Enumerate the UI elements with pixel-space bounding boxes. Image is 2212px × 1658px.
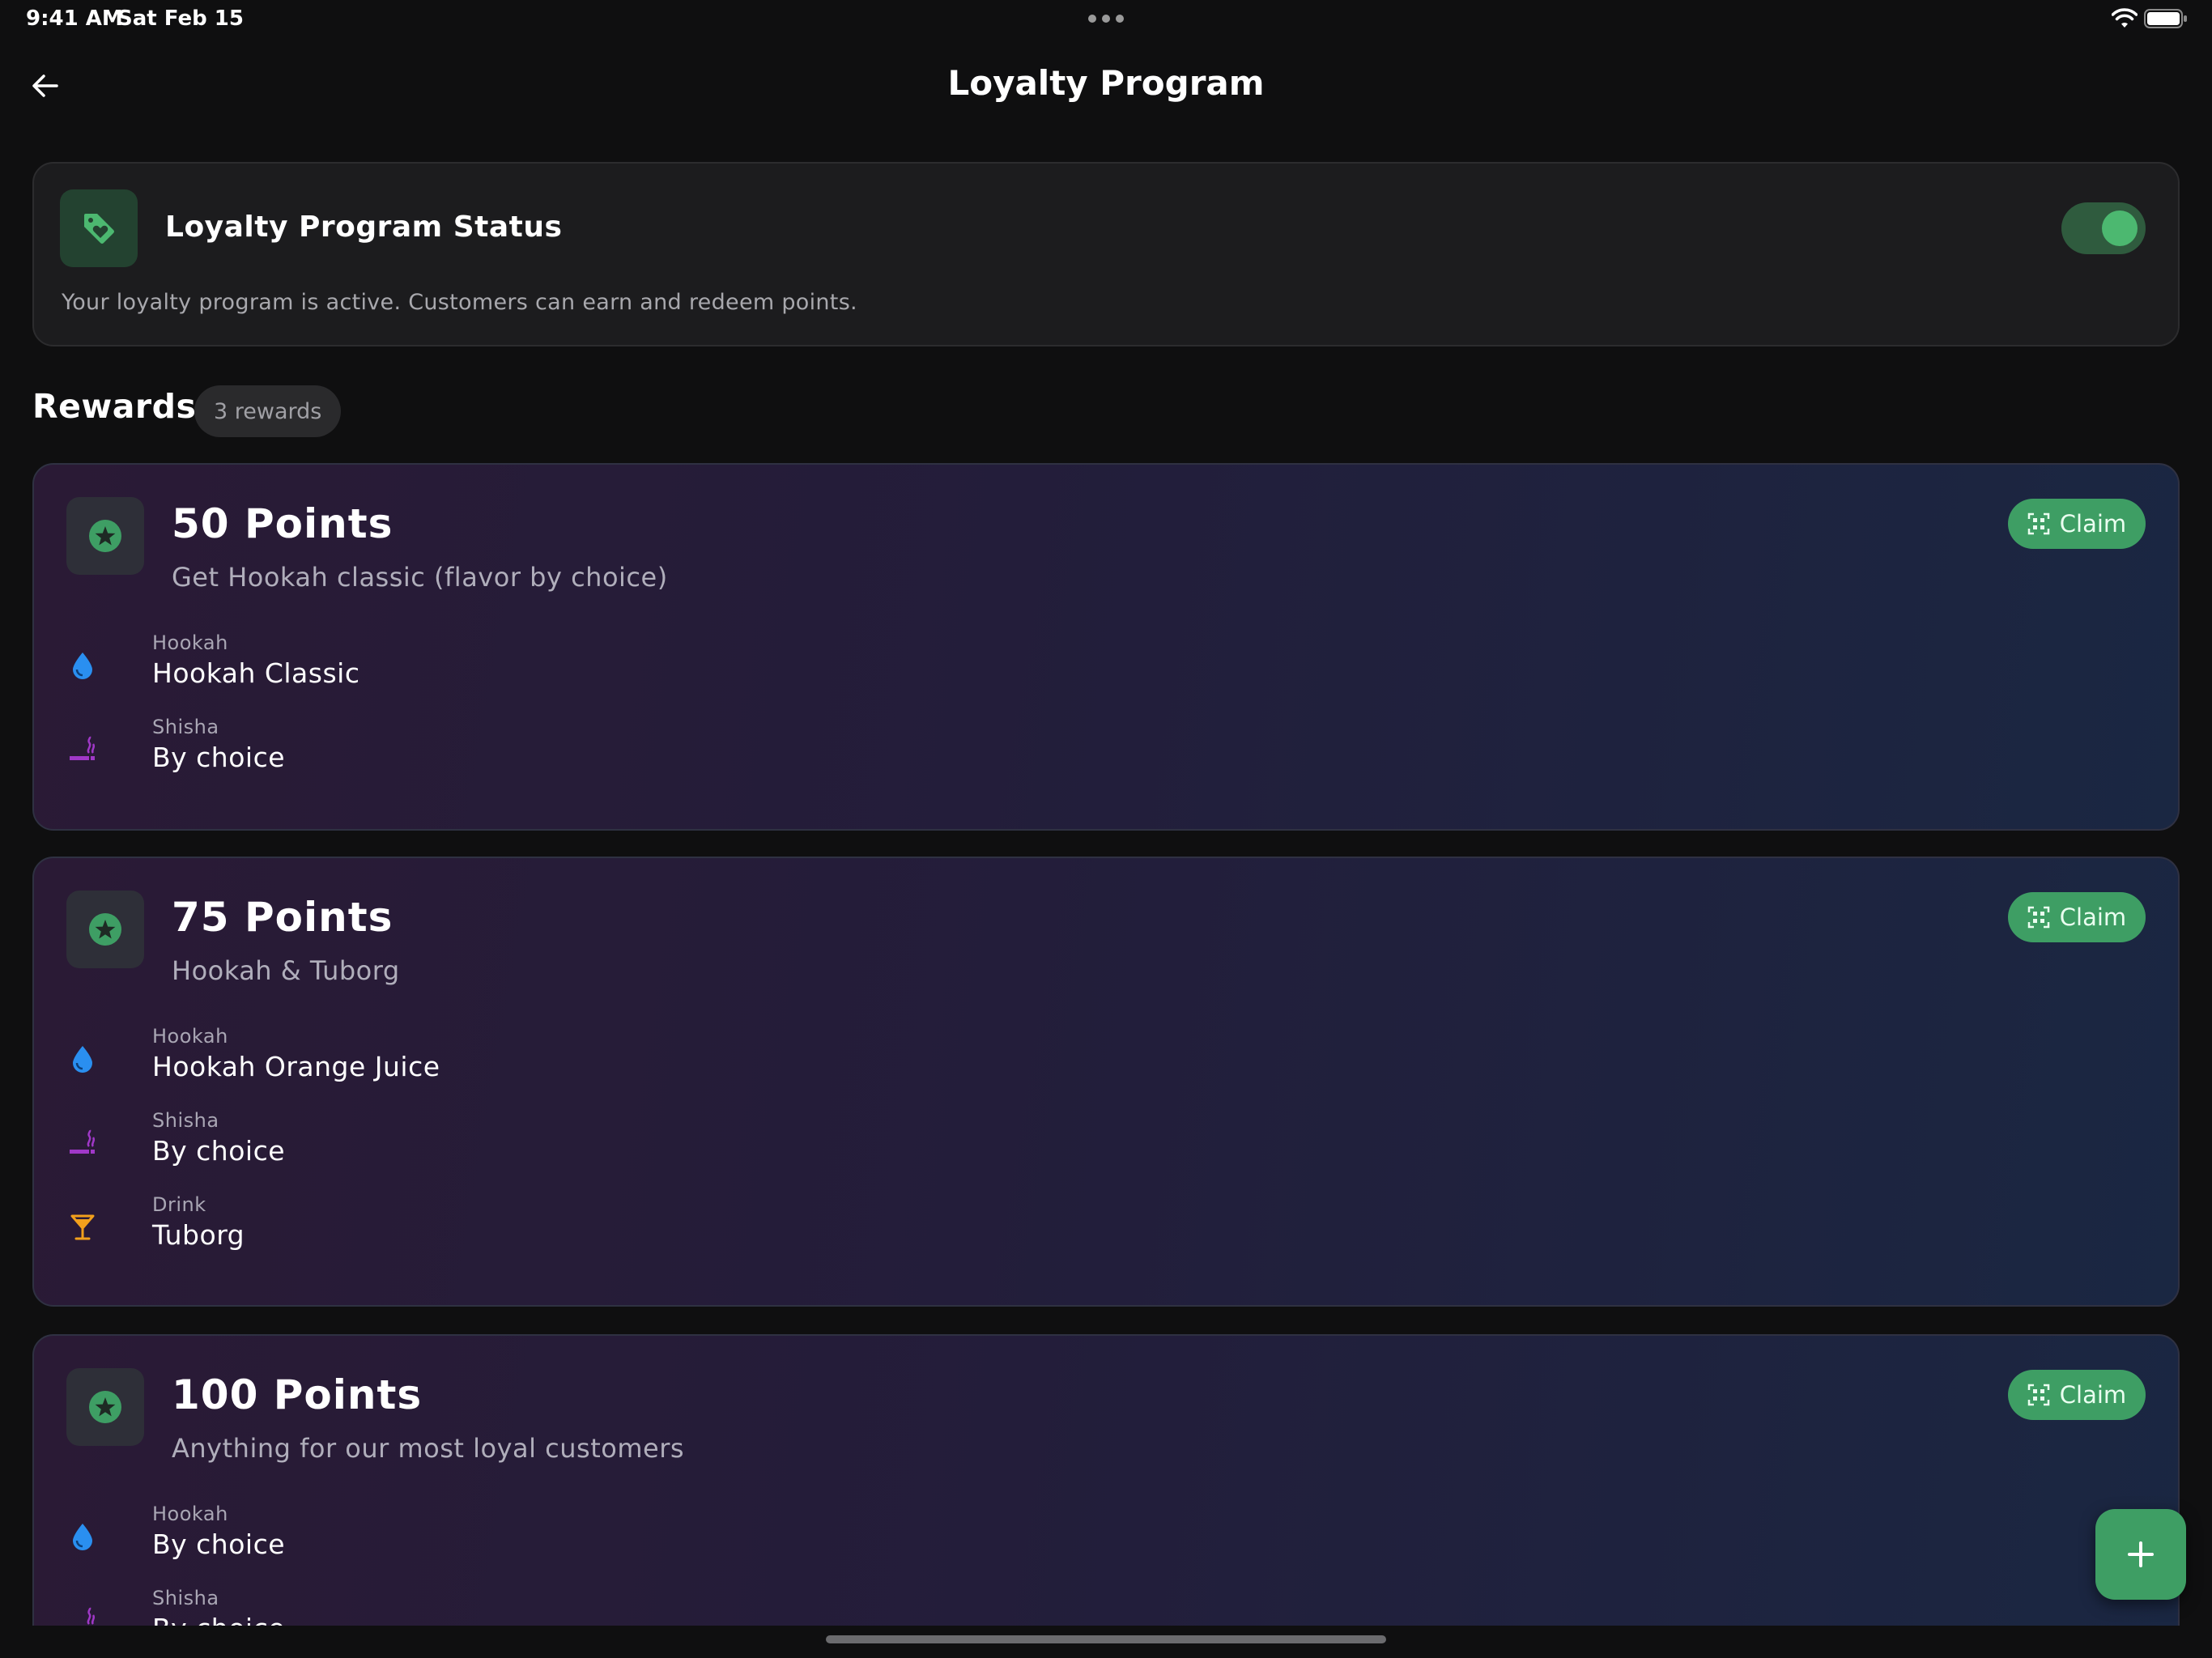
item-category-label: Drink: [152, 1193, 206, 1216]
cocktail-icon: [66, 1211, 99, 1244]
drop-icon: [66, 1043, 99, 1075]
reward-line-item: Shisha By choice: [66, 1109, 714, 1177]
qr-scan-icon: [2027, 1384, 2050, 1406]
item-category-label: Hookah: [152, 631, 228, 654]
arrow-left-icon: [32, 74, 58, 97]
smoking-icon: [66, 1127, 99, 1159]
reward-line-item: Hookah Hookah Orange Juice: [66, 1025, 714, 1093]
reward-line-item: Drink Tuborg: [66, 1193, 714, 1261]
star-badge-icon: [89, 1391, 121, 1423]
drop-icon: [66, 1520, 99, 1553]
loyalty-status-card: Loyalty Program Status Your loyalty prog…: [32, 162, 2180, 346]
claim-button[interactable]: Claim: [2008, 499, 2146, 549]
status-time: 9:41 AM: [26, 6, 123, 31]
claim-button[interactable]: Claim: [2008, 1370, 2146, 1420]
multitasking-dots-icon[interactable]: [1088, 15, 1124, 24]
item-value: Hookah Orange Juice: [152, 1051, 440, 1082]
star-badge-icon: [89, 913, 121, 946]
rewards-count-badge: 3 rewards: [194, 385, 342, 437]
tag-heart-icon: [84, 214, 114, 244]
rewards-heading: Rewards: [32, 387, 197, 426]
claim-label: Claim: [2059, 510, 2127, 538]
item-category-label: Shisha: [152, 1587, 219, 1609]
loyalty-toggle-switch[interactable]: [2061, 202, 2146, 254]
back-button[interactable]: [23, 63, 68, 108]
battery-icon: [2144, 9, 2187, 28]
item-value: By choice: [152, 742, 286, 773]
page-title: Loyalty Program: [947, 63, 1265, 103]
drop-icon: [66, 649, 99, 682]
item-category-label: Hookah: [152, 1503, 228, 1525]
claim-label: Claim: [2059, 903, 2127, 931]
status-description: Your loyalty program is active. Customer…: [62, 290, 857, 315]
reward-points-title: 75 Points: [172, 894, 393, 941]
item-category-label: Shisha: [152, 1109, 219, 1132]
wifi-icon: [2112, 8, 2138, 28]
item-category-label: Hookah: [152, 1025, 228, 1048]
toggle-knob: [2102, 210, 2138, 246]
reward-points-title: 100 Points: [172, 1371, 423, 1418]
reward-card[interactable]: 100 Points Anything for our most loyal c…: [32, 1334, 2180, 1658]
status-title: Loyalty Program Status: [165, 210, 563, 244]
item-value: By choice: [152, 1528, 286, 1560]
reward-icon-container: [66, 1368, 144, 1446]
reward-card[interactable]: 75 Points Hookah & Tuborg Claim Hookah H…: [32, 857, 2180, 1307]
claim-label: Claim: [2059, 1381, 2127, 1409]
status-date: Sat Feb 15: [117, 6, 244, 31]
reward-line-item: Hookah By choice: [66, 1503, 714, 1571]
reward-icon-container: [66, 497, 144, 575]
reward-points-title: 50 Points: [172, 500, 393, 547]
reward-card[interactable]: 50 Points Get Hookah classic (flavor by …: [32, 463, 2180, 831]
reward-icon-container: [66, 891, 144, 968]
item-category-label: Shisha: [152, 716, 219, 738]
item-value: Hookah Classic: [152, 657, 360, 689]
add-reward-button[interactable]: [2095, 1509, 2186, 1600]
reward-line-item: Hookah Hookah Classic: [66, 631, 714, 699]
home-indicator[interactable]: [826, 1635, 1386, 1643]
smoking-icon: [66, 733, 99, 766]
qr-scan-icon: [2027, 906, 2050, 929]
reward-description: Get Hookah classic (flavor by choice): [172, 562, 668, 593]
reward-description: Hookah & Tuborg: [172, 955, 400, 986]
plus-icon: [2128, 1541, 2154, 1567]
qr-scan-icon: [2027, 512, 2050, 535]
reward-line-item: Shisha By choice: [66, 716, 714, 784]
item-value: Tuborg: [152, 1219, 245, 1251]
star-badge-icon: [89, 520, 121, 552]
claim-button[interactable]: Claim: [2008, 892, 2146, 942]
item-value: By choice: [152, 1135, 286, 1167]
reward-description: Anything for our most loyal customers: [172, 1433, 685, 1464]
app-screen: 9:41 AM Sat Feb 15 Loyalty Program Loyal…: [0, 0, 2212, 1658]
status-icon-container: [60, 189, 138, 267]
